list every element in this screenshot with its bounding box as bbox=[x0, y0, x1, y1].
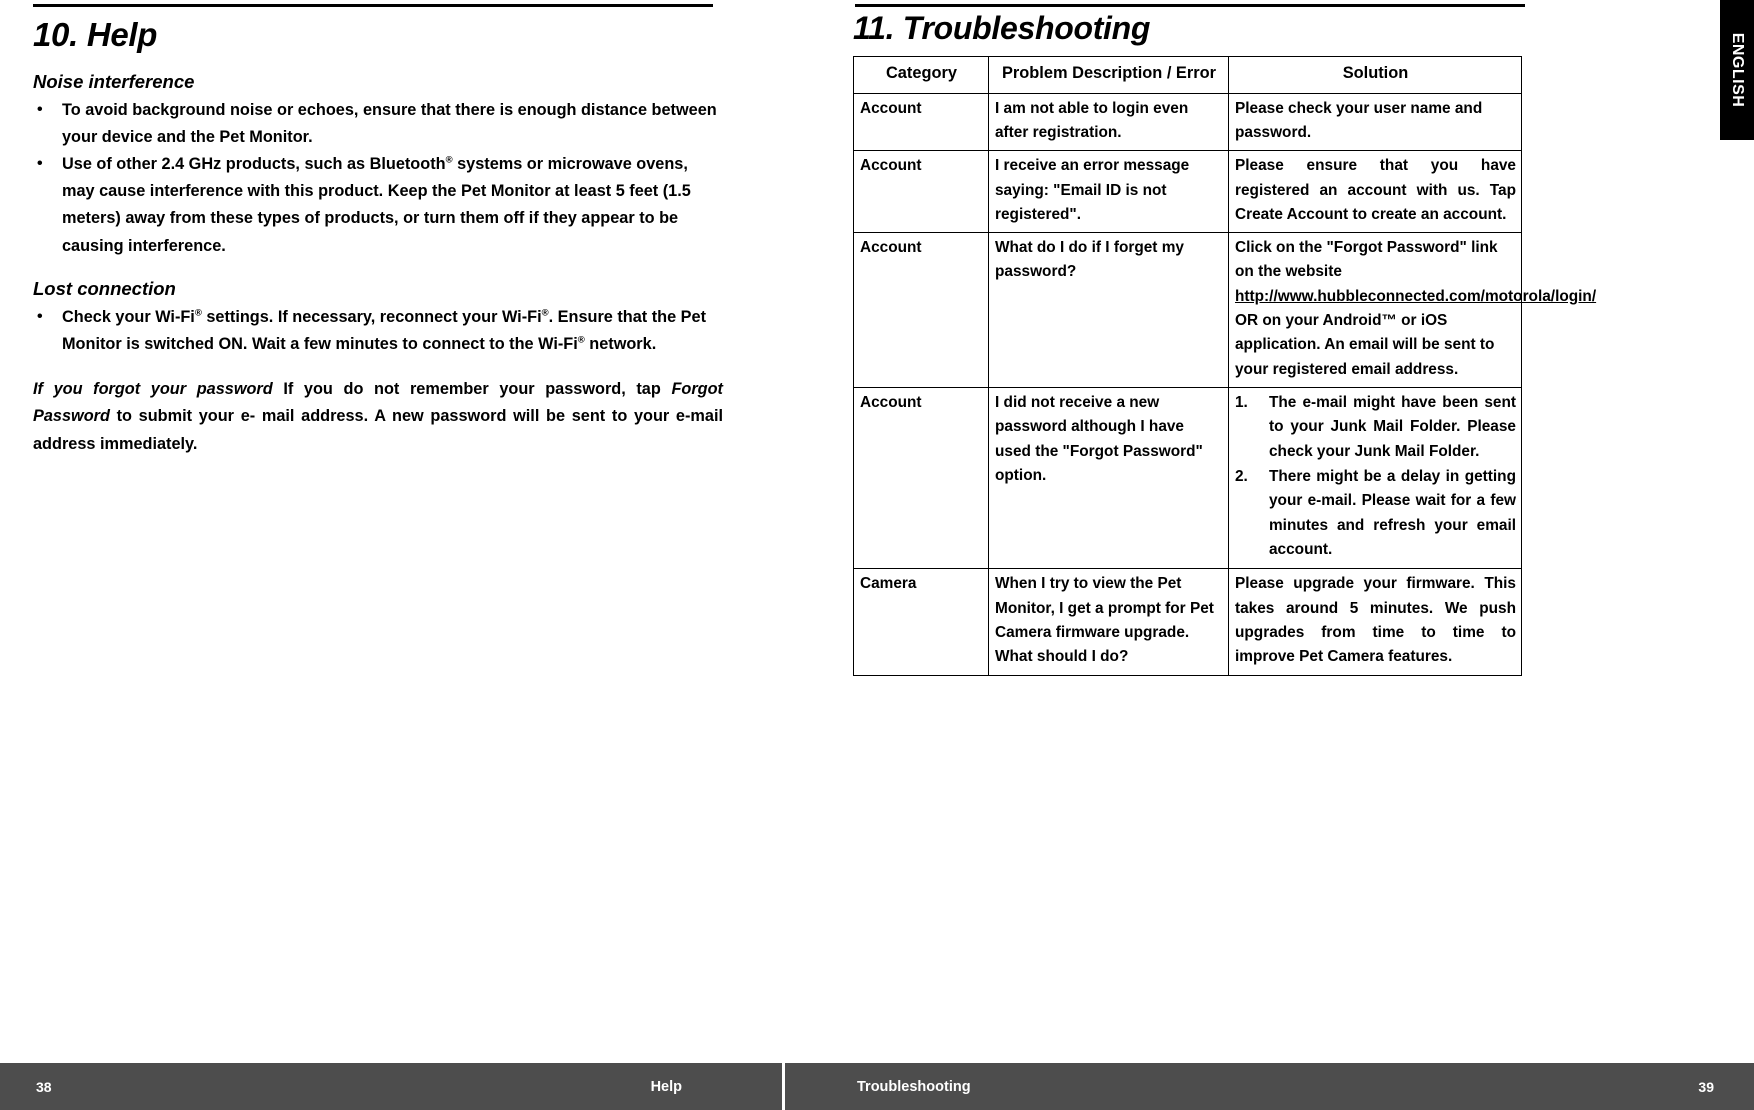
section-heading-noise-interference: Noise interference bbox=[33, 70, 195, 92]
language-tab-label: ENGLISH bbox=[1729, 32, 1746, 108]
solution-step-list: 1. The e-mail might have been sent to yo… bbox=[1235, 391, 1516, 562]
lost-connection-bullet-list: • Check your Wi-Fi® settings. If necessa… bbox=[33, 304, 723, 358]
cell-problem: When I try to view the Pet Monitor, I ge… bbox=[988, 568, 1229, 676]
table-row: Account I am not able to login even afte… bbox=[853, 92, 1522, 152]
list-item: • To avoid background noise or echoes, e… bbox=[33, 97, 723, 151]
cell-category: Account bbox=[853, 92, 989, 152]
page-title-help: 10. Help bbox=[33, 16, 158, 53]
step-number: 2. bbox=[1235, 468, 1248, 486]
solution-text-after-link: OR on your Android™ or iOS application. … bbox=[1235, 312, 1495, 378]
bullet-icon: • bbox=[37, 155, 43, 173]
cell-problem: I receive an error message saying: "Emai… bbox=[988, 150, 1229, 234]
list-item: 1. The e-mail might have been sent to yo… bbox=[1235, 391, 1516, 464]
cell-category: Camera bbox=[853, 568, 989, 676]
footer-section-troubleshooting: Troubleshooting bbox=[857, 1078, 971, 1095]
troubleshooting-table: Category Problem Description / Error Sol… bbox=[853, 55, 1596, 676]
table-row: Camera When I try to view the Pet Monito… bbox=[853, 568, 1522, 676]
cell-category: Account bbox=[853, 232, 989, 389]
left-page-column: 10. Help Noise interference • To avoid b… bbox=[33, 0, 723, 458]
footer-left-page: 38 Help bbox=[0, 1063, 782, 1110]
column-header-solution: Solution bbox=[1228, 55, 1522, 94]
page-title-troubleshooting: 11. Troubleshooting bbox=[853, 10, 1151, 46]
page-number-right: 39 bbox=[1698, 1078, 1714, 1095]
manual-page-spread: 10. Help Noise interference • To avoid b… bbox=[0, 0, 1754, 1110]
forgot-password-lead: If you forgot your password bbox=[33, 380, 273, 399]
section-heading-lost-connection: Lost connection bbox=[33, 277, 176, 299]
list-item: 2. There might be a delay in getting you… bbox=[1235, 465, 1516, 562]
cell-solution: Please upgrade your firmware. This takes… bbox=[1228, 568, 1522, 676]
page-footer: 38 Help Troubleshooting 39 bbox=[0, 1063, 1754, 1110]
bullet-icon: • bbox=[37, 307, 43, 325]
cell-category: Account bbox=[853, 150, 989, 234]
cell-solution: Please check your user name and password… bbox=[1228, 92, 1522, 152]
cell-problem: I am not able to login even after regist… bbox=[988, 92, 1229, 152]
bullet-icon: • bbox=[37, 100, 43, 118]
column-header-problem: Problem Description / Error bbox=[988, 55, 1229, 94]
right-page-column: 11. Troubleshooting Category Problem Des… bbox=[853, 0, 1596, 676]
table-row: Account I receive an error message sayin… bbox=[853, 150, 1522, 234]
list-item: • Use of other 2.4 GHz products, such as… bbox=[33, 151, 723, 260]
list-item-text: Check your Wi-Fi® settings. If necessary… bbox=[62, 307, 707, 354]
table-row: Account What do I do if I forget my pass… bbox=[853, 232, 1596, 389]
cell-problem: What do I do if I forget my password? bbox=[988, 232, 1229, 389]
list-item: • Check your Wi-Fi® settings. If necessa… bbox=[33, 304, 723, 358]
cell-category: Account bbox=[853, 387, 989, 570]
cell-problem: I did not receive a new password althoug… bbox=[988, 387, 1229, 570]
list-item-text: Use of other 2.4 GHz products, such as B… bbox=[62, 154, 691, 255]
forgot-password-body-2: to submit your e- mail address. A new pa… bbox=[33, 407, 723, 453]
cell-solution: Please ensure that you have registered a… bbox=[1228, 150, 1522, 234]
noise-interference-bullet-list: • To avoid background noise or echoes, e… bbox=[33, 97, 723, 260]
page-number-left: 38 bbox=[36, 1078, 52, 1095]
footer-section-help: Help bbox=[650, 1078, 682, 1095]
cell-solution: 1. The e-mail might have been sent to yo… bbox=[1228, 387, 1522, 570]
table-row: Account I did not receive a new password… bbox=[853, 387, 1522, 570]
list-item-text: To avoid background noise or echoes, ens… bbox=[62, 100, 717, 146]
solution-text-before-link: Click on the "Forgot Password" link on t… bbox=[1235, 239, 1498, 281]
step-number: 1. bbox=[1235, 394, 1248, 412]
language-tab-english: ENGLISH bbox=[1720, 0, 1754, 140]
step-text: The e-mail might have been sent to your … bbox=[1269, 394, 1516, 460]
footer-right-page: Troubleshooting 39 bbox=[782, 1063, 1754, 1110]
forgot-password-paragraph: If you forgot your password If you do no… bbox=[33, 376, 723, 458]
hubble-login-link[interactable]: http://www.hubbleconnected.com/motorola/… bbox=[1235, 288, 1596, 305]
cell-solution: Click on the "Forgot Password" link on t… bbox=[1228, 232, 1596, 389]
forgot-password-body-1: If you do not remember your password, ta… bbox=[272, 380, 672, 399]
table-header-row: Category Problem Description / Error Sol… bbox=[853, 55, 1522, 94]
step-text: There might be a delay in getting your e… bbox=[1269, 468, 1516, 559]
column-header-category: Category bbox=[853, 55, 989, 94]
